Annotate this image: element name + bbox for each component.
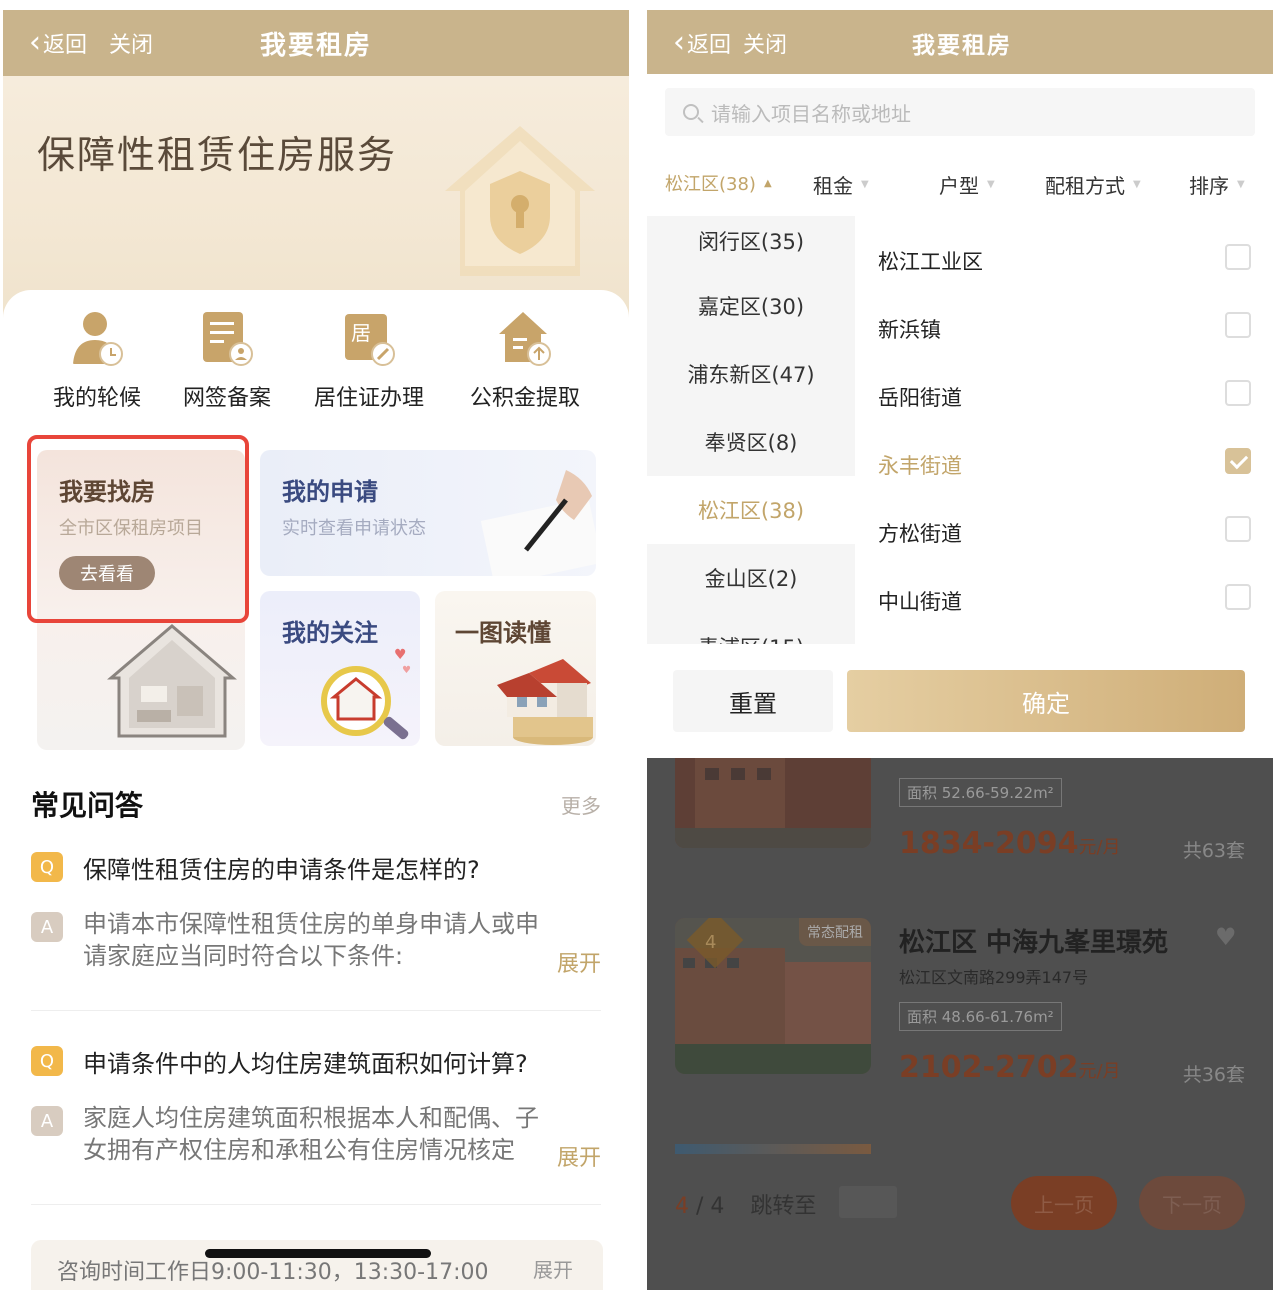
next-listing-photo-edge (675, 1144, 871, 1154)
faq-answer-2: 家庭人均住房建筑面积根据本人和配偶、子 女拥有产权住房和承租公有住房情况核定 (83, 1104, 539, 1164)
house-upload-icon (499, 312, 551, 366)
page-title: 我要租房 (260, 30, 373, 61)
district-item-selected[interactable]: 松江区(38) (647, 476, 855, 544)
district-list[interactable]: 闵行区(35) 嘉定区(30) 浦东新区(47) 奉贤区(8) 松江区(38) … (647, 216, 855, 644)
page-title: 我要租房 (912, 33, 1012, 59)
street-item-selected[interactable]: 永丰街道 (855, 420, 1273, 488)
card-my-follow[interactable]: 我的关注 ♥ ♥ (260, 591, 420, 746)
listing-area-tag: 面积 48.66-61.76m² (899, 1002, 1062, 1031)
nav-bar: ‹ 返回 关闭 我要租房 (647, 10, 1273, 74)
faq-question-1[interactable]: 保障性租赁住房的申请条件是怎样的? (83, 850, 480, 885)
listing-price: 2102-2702元/月 (899, 1050, 1121, 1085)
divider (31, 1204, 601, 1205)
q-badge: Q (31, 852, 63, 882)
caret-down-icon: ▼ (1237, 179, 1245, 190)
signing-hand-icon (480, 470, 596, 576)
document-user-icon (203, 312, 253, 366)
listing-price: 1834-2094元/月 (899, 826, 1121, 861)
search-icon (683, 104, 699, 120)
checkbox[interactable] (1225, 380, 1251, 406)
residence-card-icon: 居 (345, 314, 395, 366)
checkbox-checked[interactable] (1225, 448, 1251, 474)
listing-address: 松江区文南路299弄147号 (899, 968, 1089, 987)
faq-more-link[interactable]: 更多 (561, 790, 601, 819)
checkbox[interactable] (1225, 584, 1251, 610)
listing-count: 共63套 (1182, 840, 1245, 862)
filter-sort[interactable]: 排序 ▼ (1189, 170, 1245, 199)
person-clock-icon (73, 312, 123, 366)
filter-bar: 松江区(38) ▲ 租金 ▼ 户型 ▼ 配租方式 ▼ 排序 ▼ (647, 160, 1273, 206)
dimmed-listing-overlay[interactable]: 面积 52.66-59.22m² 1834-2094元/月 共63套 4 常态配… (647, 758, 1273, 1290)
district-item[interactable]: 嘉定区(30) (647, 272, 855, 340)
house-coins-icon (497, 659, 593, 745)
search-input[interactable]: 请输入项目名称或地址 (665, 88, 1255, 136)
expand-link-2[interactable]: 展开 (552, 1140, 601, 1172)
checkbox[interactable] (1225, 244, 1251, 270)
faq-heading: 常见问答 (31, 789, 144, 822)
district-item[interactable]: 青浦区(15) (647, 612, 855, 644)
street-item[interactable]: 松江工业区 (855, 216, 1273, 284)
filter-district[interactable]: 松江区(38) ▲ (665, 170, 772, 196)
faq-question-2[interactable]: 申请条件中的人均住房建筑面积如何计算? (83, 1044, 528, 1079)
filter-rent[interactable]: 租金 ▼ (813, 170, 869, 199)
district-item[interactable]: 金山区(2) (647, 544, 855, 612)
a-badge: A (31, 912, 63, 942)
street-item[interactable]: 新浜镇 (855, 284, 1273, 352)
quick-action-queue[interactable]: 我的轮候 (27, 310, 167, 412)
svg-text:♥: ♥ (402, 665, 411, 676)
q-badge: Q (31, 1046, 63, 1076)
pager-status: 4 / 4 跳转至 (675, 1194, 817, 1219)
home-screen: ‹ 返回 关闭 我要租房 保障性租赁住房服务 我的轮候 网签备案 居 居住证办理 … (3, 10, 629, 1290)
quick-action-contract[interactable]: 网签备案 (157, 310, 297, 412)
svg-text:♥: ♥ (394, 647, 407, 663)
caret-down-icon: ▼ (987, 179, 995, 190)
district-item[interactable]: 奉贤区(8) (647, 408, 855, 476)
home-indicator[interactable] (205, 1249, 431, 1258)
quick-action-residence[interactable]: 居 居住证办理 (299, 310, 439, 412)
magnifier-house-icon: ♥ ♥ (321, 647, 411, 740)
rental-list-screen: ‹ 返回 关闭 我要租房 请输入项目名称或地址 松江区(38) ▲ 租金 ▼ 户型 ▼ … (647, 10, 1273, 1290)
prev-page-button[interactable]: 上一页 (1011, 1176, 1117, 1230)
street-item[interactable]: 中山街道 (855, 556, 1273, 624)
a-badge: A (31, 1106, 63, 1136)
listing-name[interactable]: 松江区 中海九峯里璟苑 (899, 922, 1168, 959)
svg-text:4: 4 (705, 932, 716, 953)
faq-answer-1: 申请本市保障性租赁住房的单身申请人或申 请家庭应当同时符合以下条件: (83, 910, 539, 970)
caret-down-icon: ▼ (861, 179, 869, 190)
confirm-button[interactable]: 确定 (847, 670, 1245, 732)
card-my-application[interactable]: 我的申请 实时查看申请状态 (260, 450, 596, 576)
listing-area-tag: 面积 52.66-59.22m² (899, 778, 1062, 807)
divider (31, 1010, 601, 1011)
checkbox[interactable] (1225, 516, 1251, 542)
filter-allocation[interactable]: 配租方式 ▼ (1045, 170, 1141, 199)
contact-hours-bar[interactable]: 咨询时间工作日9:00-11:30，13:30-17:00 展开 (31, 1240, 603, 1290)
card-guide[interactable]: 一图读懂 (435, 591, 596, 746)
caret-up-icon: ▲ (763, 177, 772, 189)
heart-icon[interactable]: ♥ (1215, 925, 1239, 949)
building-photo-icon (675, 758, 871, 848)
shield-house-icon (445, 126, 595, 276)
reset-button[interactable]: 重置 (673, 670, 833, 732)
caret-down-icon: ▼ (1133, 179, 1141, 190)
listing-photo[interactable]: 4 常态配租 (675, 918, 871, 1074)
district-item[interactable]: 闵行区(35) (647, 216, 855, 272)
street-item[interactable]: 方松街道 (855, 488, 1273, 556)
svg-text:居: 居 (351, 321, 371, 345)
highlight-box (27, 435, 249, 623)
district-item[interactable]: 浦东新区(47) (647, 340, 855, 408)
hero-title: 保障性租赁住房服务 (37, 133, 398, 177)
checkbox[interactable] (1225, 312, 1251, 338)
allocation-tag: 常态配租 (799, 918, 871, 946)
next-page-button[interactable]: 下一页 (1139, 1176, 1245, 1230)
quick-action-fund[interactable]: 公积金提取 (455, 310, 595, 412)
filter-layout[interactable]: 户型 ▼ (939, 170, 995, 199)
house-interior-icon (107, 624, 237, 738)
listing-photo[interactable] (675, 758, 871, 848)
street-list[interactable]: 松江工业区 新浜镇 岳阳街道 永丰街道 方松街道 中山街道 (855, 216, 1273, 644)
street-item[interactable]: 岳阳街道 (855, 352, 1273, 420)
listing-count: 共36套 (1182, 1064, 1245, 1086)
nav-bar: ‹ 返回 关闭 我要租房 (3, 10, 629, 76)
expand-link-1[interactable]: 展开 (552, 946, 601, 978)
jump-page-input[interactable] (839, 1186, 897, 1218)
